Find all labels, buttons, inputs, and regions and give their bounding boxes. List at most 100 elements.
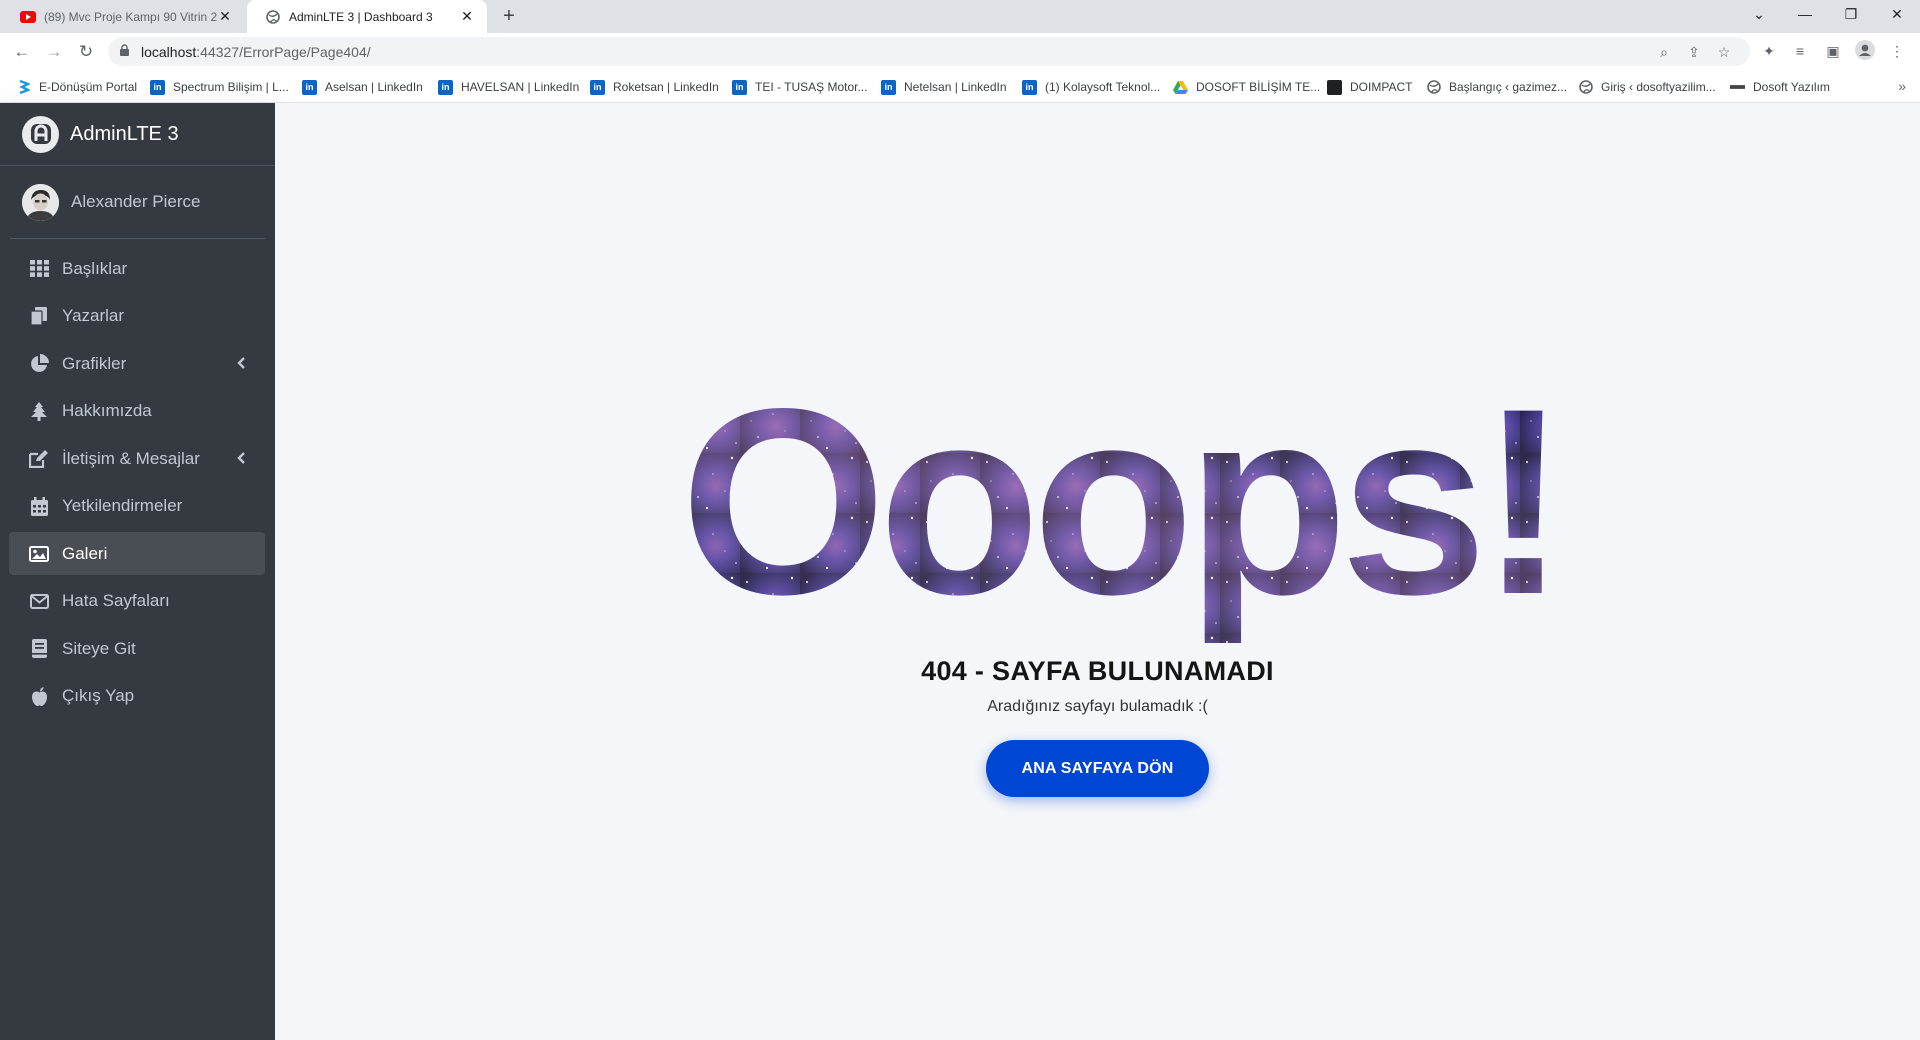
sidebar-item-label: Siteye Git	[62, 638, 136, 658]
bookmark-item[interactable]: Başlangıç ‹ gazimez...	[1426, 78, 1567, 96]
bookmark-item[interactable]: in TEI - TUSAŞ Motor...	[732, 78, 867, 96]
google-drive-icon	[1173, 80, 1188, 95]
url-host: localhost	[141, 44, 197, 60]
bookmark-item[interactable]: in Roketsan | LinkedIn	[590, 78, 719, 96]
sidebar-item-grafikler[interactable]: Grafikler	[9, 342, 265, 385]
bookmark-label: DOSOFT BİLİŞİM TE...	[1196, 80, 1321, 94]
url-text[interactable]: localhost:44327/ErrorPage/Page404/	[141, 44, 371, 60]
linkedin-icon: in	[881, 79, 896, 95]
bookmark-label: Giriş ‹ dosoftyazilim...	[1601, 80, 1716, 94]
sidebar-item-cikis-yap[interactable]: Çıkış Yap	[9, 675, 265, 718]
profile-icon[interactable]	[1854, 40, 1876, 62]
address-bar[interactable]: localhost:44327/ErrorPage/Page404/ ⌕ ⇪ ☆	[108, 37, 1750, 66]
linkedin-icon: in	[590, 79, 605, 95]
bookmark-label: Netelsan | LinkedIn	[904, 80, 1007, 94]
bookmark-label: Dosoft Yazılım	[1753, 80, 1830, 94]
linkedin-icon: in	[302, 79, 317, 95]
sidebar-item-hakkimizda[interactable]: Hakkımızda	[9, 390, 265, 433]
restore-window-icon[interactable]: ❐	[1828, 0, 1874, 30]
bookmark-label: Aselsan | LinkedIn	[325, 80, 423, 94]
back-to-home-button[interactable]: ANA SAYFAYA DÖN	[986, 740, 1209, 797]
new-tab-button[interactable]: +	[497, 5, 521, 29]
share-icon[interactable]: ⇪	[1683, 41, 1705, 63]
bookmark-label: DOIMPACT	[1350, 80, 1413, 94]
linkedin-icon: in	[438, 79, 453, 95]
bookmark-label: Roketsan | LinkedIn	[613, 80, 719, 94]
sidebar-item-basliklar[interactable]: Başlıklar	[9, 247, 265, 290]
close-window-icon[interactable]: ✕	[1874, 0, 1920, 30]
copy-icon	[29, 306, 49, 326]
book-icon	[29, 639, 49, 659]
linkedin-icon: in	[732, 79, 747, 95]
bookmark-label: (1) Kolaysoft Teknol...	[1045, 80, 1161, 94]
calendar-icon	[29, 496, 49, 516]
reading-list-icon[interactable]: ≡	[1789, 40, 1811, 62]
apple-icon	[29, 686, 49, 706]
reload-icon[interactable]: ↻	[72, 38, 100, 66]
tab-title: AdminLTE 3 | Dashboard 3	[289, 9, 433, 24]
bookmark-item[interactable]: DOIMPACT	[1327, 78, 1412, 96]
sidebar-item-yazarlar[interactable]: Yazarlar	[9, 295, 265, 338]
user-panel[interactable]: Alexander Pierce	[10, 166, 265, 239]
sidebar-item-label: Grafikler	[62, 353, 127, 373]
chevron-left-icon	[237, 357, 245, 369]
side-panel-icon[interactable]: ▣	[1822, 40, 1844, 62]
browser-tab-youtube[interactable]: (89) Mvc Proje Kampı 90 Vitrin 2 ✕	[2, 0, 245, 33]
content-wrapper: Ooops! 404 - SAYFA BULUNAMADI Aradığınız…	[275, 103, 1920, 1040]
oops-headline: Ooops!	[620, 393, 1620, 643]
bookmark-item[interactable]: in Spectrum Bilişim | L...	[150, 78, 289, 96]
linkedin-icon: in	[150, 79, 165, 95]
sidebar-item-label: Başlıklar	[62, 258, 128, 278]
bookmarks-overflow-icon[interactable]: »	[1898, 78, 1906, 94]
back-icon[interactable]: ←	[8, 38, 36, 66]
sidebar-item-label: Çıkış Yap	[62, 686, 135, 705]
tree-icon	[29, 401, 49, 421]
error-title: 404 - SAYFA BULUNAMADI	[921, 656, 1274, 686]
browser-tabstrip: (89) Mvc Proje Kampı 90 Vitrin 2 ✕ Admin…	[0, 0, 1920, 33]
extensions-icon[interactable]: ✦	[1758, 40, 1780, 62]
globe-icon	[1578, 80, 1593, 95]
bookmark-label: Spectrum Bilişim | L...	[173, 80, 289, 94]
bookmark-item[interactable]: DOSOFT BİLİŞİM TE...	[1173, 78, 1320, 96]
adminlte-logo-icon	[22, 115, 59, 153]
close-tab-icon[interactable]: ✕	[459, 8, 475, 25]
bookmark-label: E-Dönüşüm Portal	[39, 80, 138, 94]
edit-icon	[29, 449, 49, 469]
url-path: :44327/ErrorPage/Page404/	[196, 44, 371, 60]
globe-icon	[265, 9, 281, 25]
bookmark-item[interactable]: Giriş ‹ dosoftyazilim...	[1578, 78, 1716, 96]
sidebar-item-iletisim[interactable]: İletişim & Mesajlar	[9, 437, 265, 480]
bookmark-item[interactable]: E-Dönüşüm Portal	[16, 78, 137, 96]
sidebar-item-siteye-git[interactable]: Siteye Git	[9, 627, 265, 670]
user-name[interactable]: Alexander Pierce	[71, 192, 200, 212]
browser-toolbar: ← → ↻ localhost:44327/ErrorPage/Page404/…	[0, 33, 1920, 70]
menu-kebab-icon[interactable]: ⋮	[1886, 40, 1908, 62]
bookmark-label: HAVELSAN | LinkedIn	[461, 80, 580, 94]
sidebar-item-label: İletişim & Mesajlar	[62, 448, 200, 468]
sidebar-item-yetkilendirmeler[interactable]: Yetkilendirmeler	[9, 485, 265, 528]
dash-icon	[1730, 80, 1745, 95]
close-tab-icon[interactable]: ✕	[217, 8, 233, 25]
zoom-icon[interactable]: ⌕	[1653, 41, 1675, 63]
sidebar-item-label: Yazarlar	[62, 306, 125, 325]
browser-tab-adminlte[interactable]: AdminLTE 3 | Dashboard 3 ✕	[247, 0, 487, 33]
bookmark-item[interactable]: in Aselsan | LinkedIn	[302, 78, 423, 96]
bookmark-star-icon[interactable]: ☆	[1713, 41, 1735, 63]
sidebar-item-galeri[interactable]: Galeri	[9, 532, 265, 575]
minimize-window-icon[interactable]: —	[1782, 0, 1828, 30]
bookmark-item[interactable]: in (1) Kolaysoft Teknol...	[1022, 78, 1160, 96]
sidebar-item-hata-sayfalari[interactable]: Hata Sayfaları	[9, 580, 265, 623]
sidebar-item-label: Galeri	[62, 543, 108, 563]
edonusum-icon	[16, 80, 31, 95]
forward-icon[interactable]: →	[40, 38, 68, 66]
brand-link[interactable]: AdminLTE 3	[0, 103, 275, 166]
envelope-icon	[29, 591, 49, 611]
bookmark-item[interactable]: Dosoft Yazılım	[1730, 78, 1830, 96]
bookmark-item[interactable]: in Netelsan | LinkedIn	[881, 78, 1007, 96]
avatar	[22, 183, 59, 221]
bookmark-item[interactable]: in HAVELSAN | LinkedIn	[438, 78, 579, 96]
tab-search-icon[interactable]: ⌄	[1736, 0, 1782, 30]
lock-icon	[120, 44, 129, 56]
sidebar-item-label: Yetkilendirmeler	[62, 496, 183, 515]
sidebar-item-label: Hata Sayfaları	[62, 591, 170, 610]
